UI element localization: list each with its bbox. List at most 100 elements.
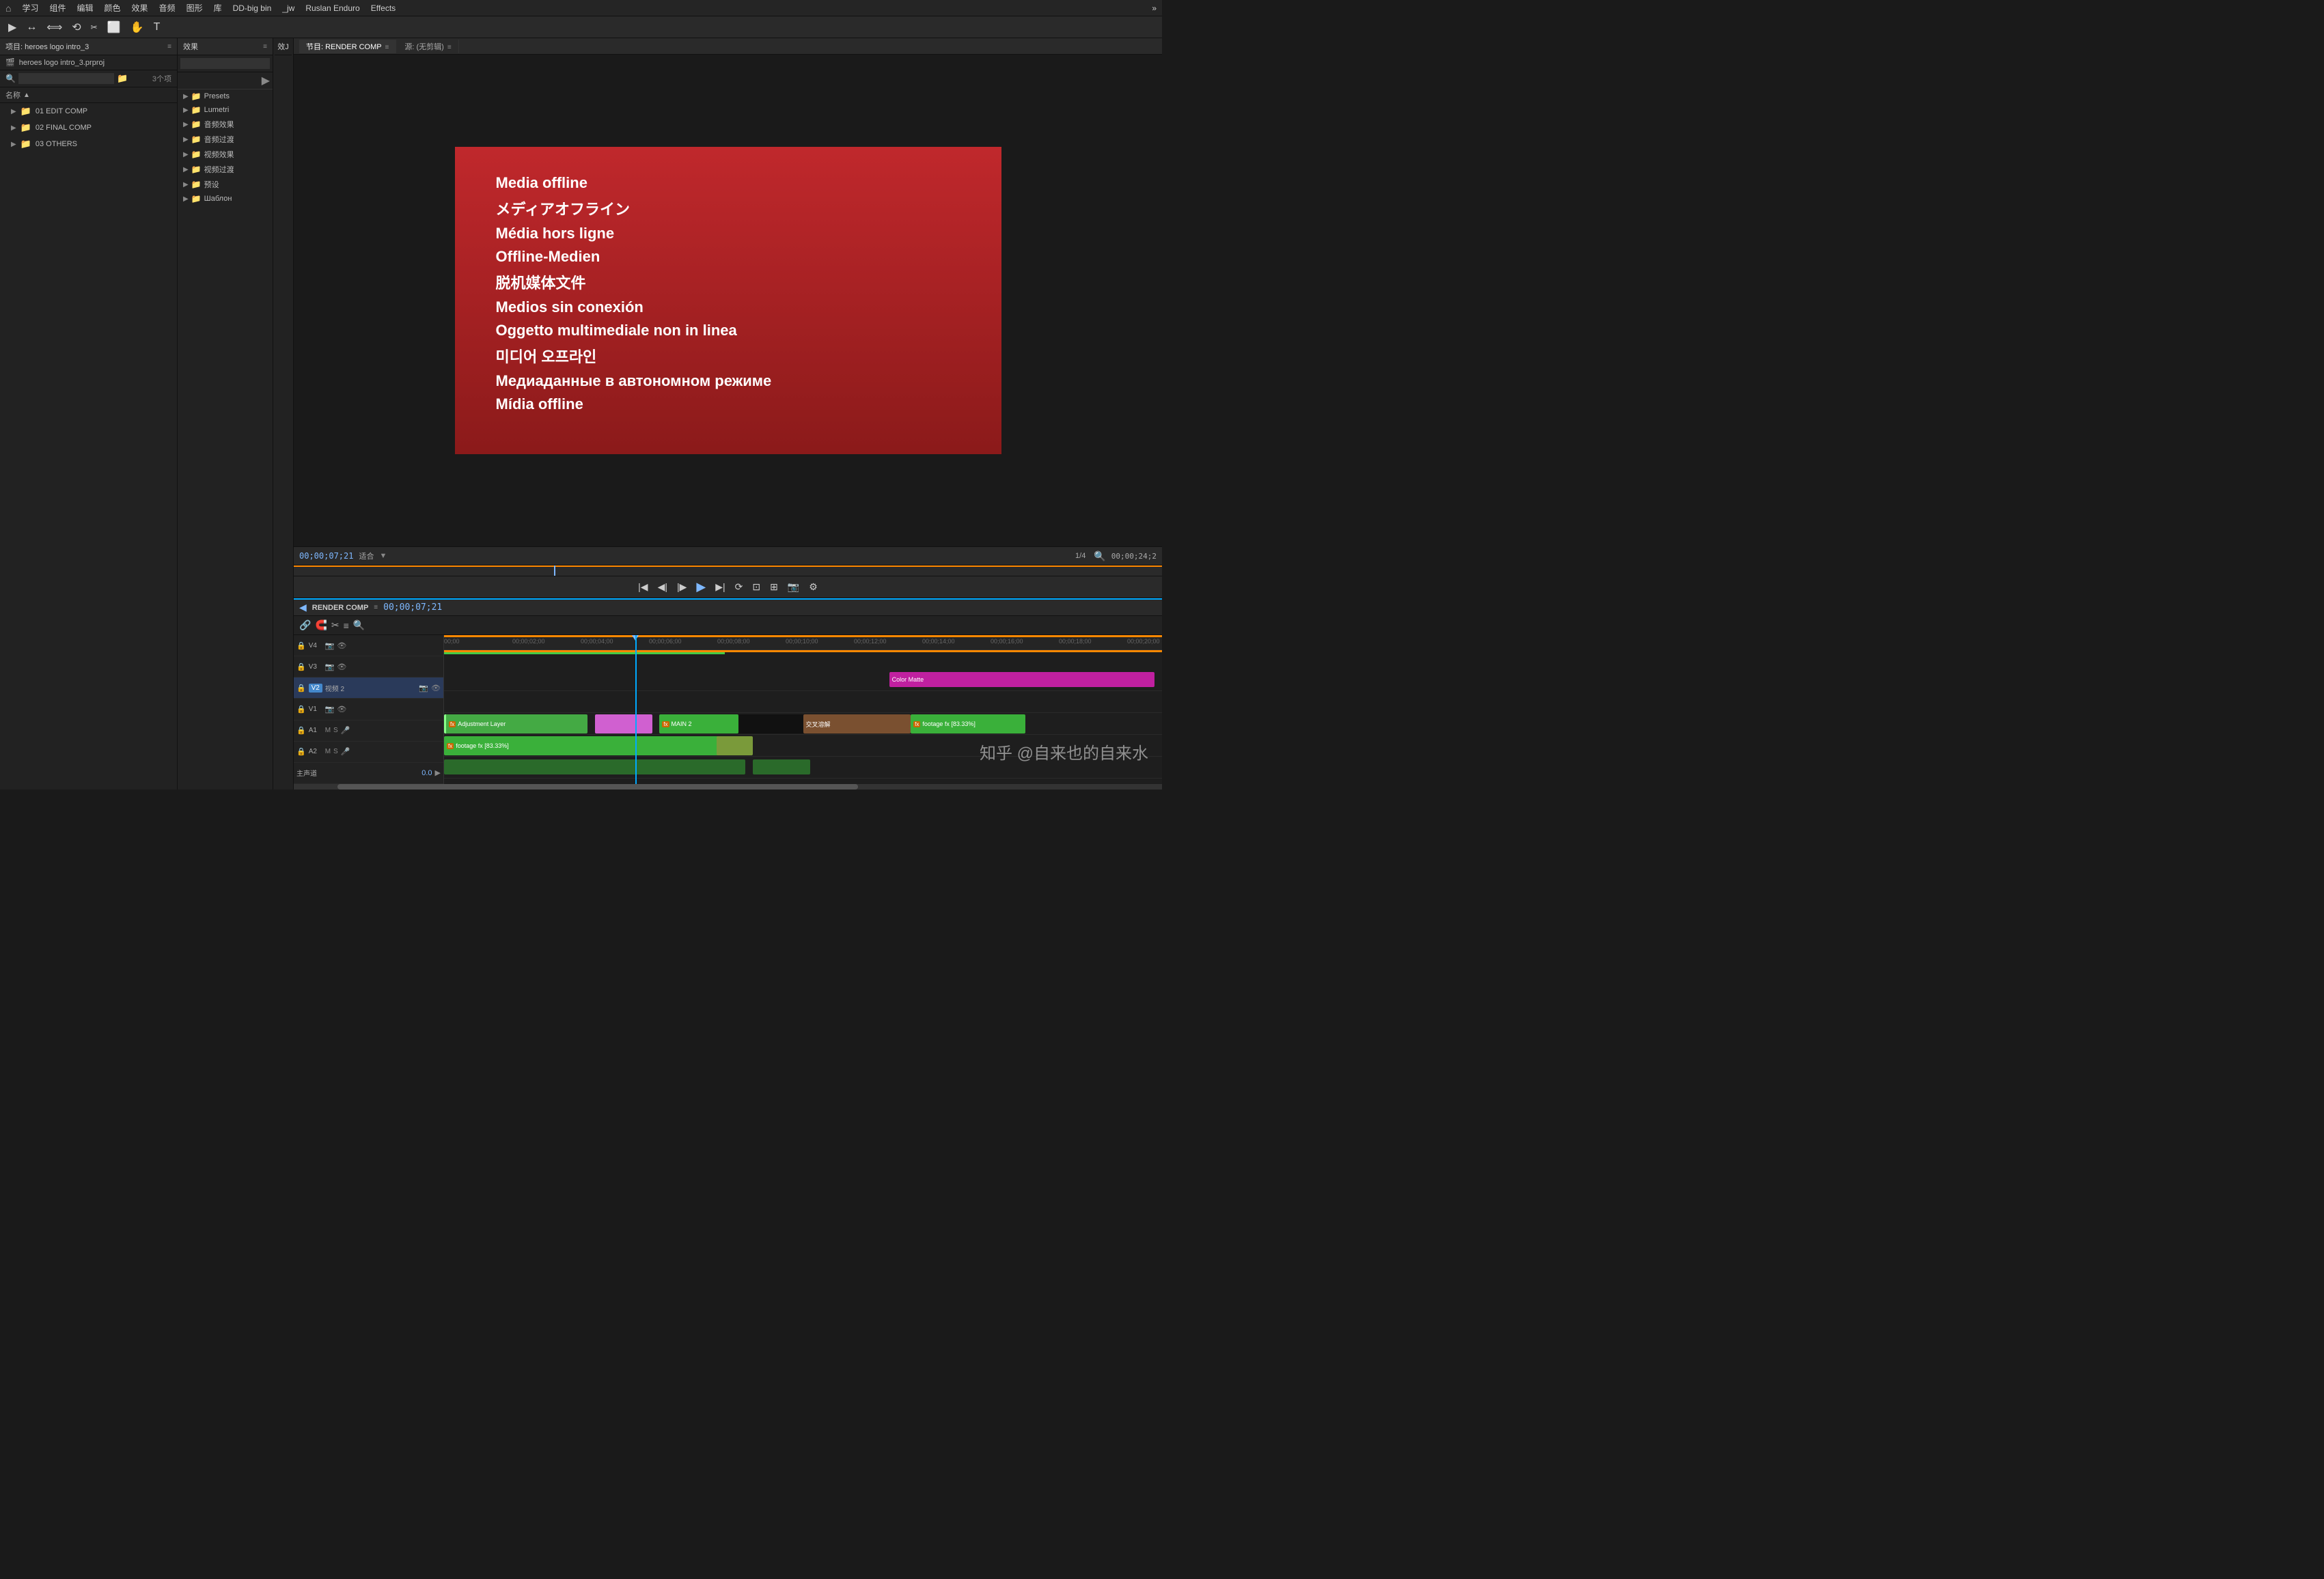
a2-lock-icon[interactable]: 🔒 <box>296 747 306 756</box>
v4-eye-icon[interactable]: 👁 <box>337 641 346 650</box>
menu-item-edit[interactable]: 编辑 <box>77 2 94 14</box>
sort-arrow-icon[interactable]: ▲ <box>23 92 30 99</box>
clip-adjustment-layer[interactable]: fx Adjustment Layer <box>444 714 587 733</box>
effects-item-audio-trans[interactable]: ▶ 📁 音频过渡 <box>178 132 273 147</box>
tl-tool-zoom[interactable]: 🔍 <box>353 619 365 631</box>
tab-source-menu-icon[interactable]: ≡ <box>447 44 452 51</box>
safe-margin-btn[interactable]: ⊡ <box>749 580 763 594</box>
a2-m-label[interactable]: M <box>325 748 331 755</box>
tl-tool-snap[interactable]: 🧲 <box>315 619 327 631</box>
a1-s-label[interactable]: S <box>333 727 338 734</box>
loop-btn[interactable]: ⟳ <box>732 580 746 594</box>
a2-s-label[interactable]: S <box>333 748 338 755</box>
effects-item-presets[interactable]: ▶ 📁 Presets <box>178 89 273 103</box>
timeline-expand-icon[interactable]: ◀ <box>299 602 307 613</box>
clip-olive-v1[interactable] <box>717 736 753 755</box>
next-edit-btn[interactable]: ▶| <box>713 580 728 594</box>
quality-select[interactable]: 1/4 <box>1073 551 1088 561</box>
effects-item-template[interactable]: ▶ 📁 Шаблон <box>178 192 273 206</box>
a1-mic-icon[interactable]: 🎤 <box>341 726 350 735</box>
razor-tool[interactable]: ✂ <box>88 21 100 33</box>
folder-item-final-comp[interactable]: ▶ 📁 02 FINAL COMP <box>0 120 177 136</box>
v3-eye-icon[interactable]: 👁 <box>337 662 346 671</box>
select-tool[interactable]: ▶ <box>5 19 19 36</box>
effects-item-video-trans[interactable]: ▶ 📁 视频过渡 <box>178 162 273 177</box>
menu-item-dd-big-bin[interactable]: DD-big bin <box>233 3 272 13</box>
a2-mic-icon[interactable]: 🎤 <box>341 747 350 756</box>
step-back-btn[interactable]: ◀| <box>655 580 670 594</box>
clip-footage-fx-v2[interactable]: fx footage fx [83.33%] <box>911 714 1025 733</box>
track-row-a2[interactable] <box>444 779 1162 784</box>
tab-source[interactable]: 源: (无剪辑) ≡ <box>398 40 458 53</box>
tl-tool-settings[interactable]: ≡ <box>344 620 349 631</box>
menu-item-effects2[interactable]: Effects <box>371 3 396 13</box>
zoom-icon[interactable]: 🔍 <box>1094 550 1105 562</box>
track-row-v2[interactable]: fx Adjustment Layer fx MAIN 2 <box>444 713 1162 735</box>
v1-eye-icon[interactable]: 👁 <box>337 705 346 714</box>
track-select-tool[interactable]: ↔ <box>23 20 40 35</box>
clip-color-matte[interactable]: Color Matte <box>889 672 1155 687</box>
step-fwd-btn[interactable]: |▶ <box>674 580 689 594</box>
v3-lock-icon[interactable]: 🔒 <box>296 662 306 671</box>
effects-expand-toggle[interactable]: ▶ <box>262 75 270 87</box>
tl-tool-markers[interactable]: ✂ <box>331 619 340 631</box>
timeline-content[interactable]: 00;00 00;00;02;00 00;00;04;00 00;00;06;0… <box>444 635 1162 784</box>
v1-lock-icon[interactable]: 🔒 <box>296 705 306 714</box>
timeline-ruler[interactable]: 00;00 00;00;02;00 00;00;04;00 00;00;06;0… <box>444 635 1162 650</box>
v2-eye-icon[interactable]: 👁 <box>431 684 441 693</box>
project-panel-menu-icon[interactable]: ≡ <box>167 43 171 51</box>
rolling-tool[interactable]: ⟲ <box>69 19 83 36</box>
clip-pink[interactable] <box>595 714 652 733</box>
clip-audio-a1-small[interactable] <box>753 759 810 774</box>
shuttle-fwd-btn[interactable]: ▶ <box>693 578 708 596</box>
timeline-scrollbar-thumb[interactable] <box>337 784 859 790</box>
menu-item-library[interactable]: 库 <box>214 2 222 14</box>
clip-main2[interactable]: fx MAIN 2 <box>659 714 738 733</box>
menu-item-jw[interactable]: _jw <box>282 3 294 13</box>
clip-footage-v1[interactable]: fx footage fx [83.33%] <box>444 736 724 755</box>
v2-lock-icon[interactable]: 🔒 <box>296 684 306 693</box>
master-expand-icon[interactable]: ▶ <box>435 768 441 777</box>
folder-item-edit-comp[interactable]: ▶ 📁 01 EDIT COMP <box>0 103 177 120</box>
output-btn[interactable]: ⊞ <box>767 580 781 594</box>
a1-lock-icon[interactable]: 🔒 <box>296 726 306 735</box>
effects-item-preset[interactable]: ▶ 📁 预设 <box>178 177 273 192</box>
text-tool[interactable]: T <box>151 20 163 35</box>
folder-item-others[interactable]: ▶ 📁 03 OTHERS <box>0 136 177 152</box>
menu-item-audio[interactable]: 音频 <box>159 2 176 14</box>
tl-tool-link[interactable]: 🔗 <box>299 619 311 631</box>
effects-search-input[interactable] <box>180 58 270 69</box>
fit-label[interactable]: 适合 <box>359 550 374 561</box>
menu-item-component[interactable]: 组件 <box>49 2 66 14</box>
tab-render-comp[interactable]: 节目: RENDER COMP ≡ <box>299 40 396 53</box>
effects-item-video-fx[interactable]: ▶ 📁 视频效果 <box>178 147 273 162</box>
slip-tool[interactable]: ⬜ <box>105 19 124 36</box>
fit-dropdown-icon[interactable]: ▼ <box>379 552 387 560</box>
project-search-input[interactable] <box>18 73 114 84</box>
clip-crossdissolve[interactable]: 交叉溶解 <box>803 714 911 733</box>
preview-ruler[interactable] <box>294 565 1162 576</box>
track-row-v4[interactable]: Color Matte <box>444 669 1162 691</box>
new-folder-icon[interactable]: 📁 <box>117 73 128 84</box>
track-row-v1[interactable]: fx footage fx [83.33%] <box>444 735 1162 757</box>
home-icon[interactable]: ⌂ <box>5 3 11 14</box>
timeline-scrollbar[interactable] <box>294 784 1162 790</box>
ripple-tool[interactable]: ⟺ <box>44 19 65 36</box>
settings-btn[interactable]: ⚙ <box>806 580 820 594</box>
track-row-v3[interactable] <box>444 691 1162 713</box>
export-frame-btn[interactable]: 📷 <box>785 580 802 594</box>
tab-render-menu-icon[interactable]: ≡ <box>385 44 389 51</box>
menu-item-ruslan[interactable]: Ruslan Enduro <box>305 3 359 13</box>
menu-more-icon[interactable]: » <box>1152 3 1157 13</box>
a1-m-label[interactable]: M <box>325 727 331 734</box>
hand-tool[interactable]: ✋ <box>128 19 147 36</box>
menu-item-effects[interactable]: 效果 <box>132 2 148 14</box>
shuttle-left-btn[interactable]: |◀ <box>635 580 650 594</box>
effects-item-lumetri[interactable]: ▶ 📁 Lumetri <box>178 103 273 117</box>
clip-audio-a1-main[interactable] <box>444 759 745 774</box>
menu-item-learn[interactable]: 学习 <box>22 2 38 14</box>
effects-menu-icon[interactable]: ≡ <box>263 43 267 51</box>
v4-lock-icon[interactable]: 🔒 <box>296 641 306 650</box>
menu-item-graphics[interactable]: 图形 <box>186 2 203 14</box>
effects-item-audio-fx[interactable]: ▶ 📁 音频效果 <box>178 117 273 132</box>
